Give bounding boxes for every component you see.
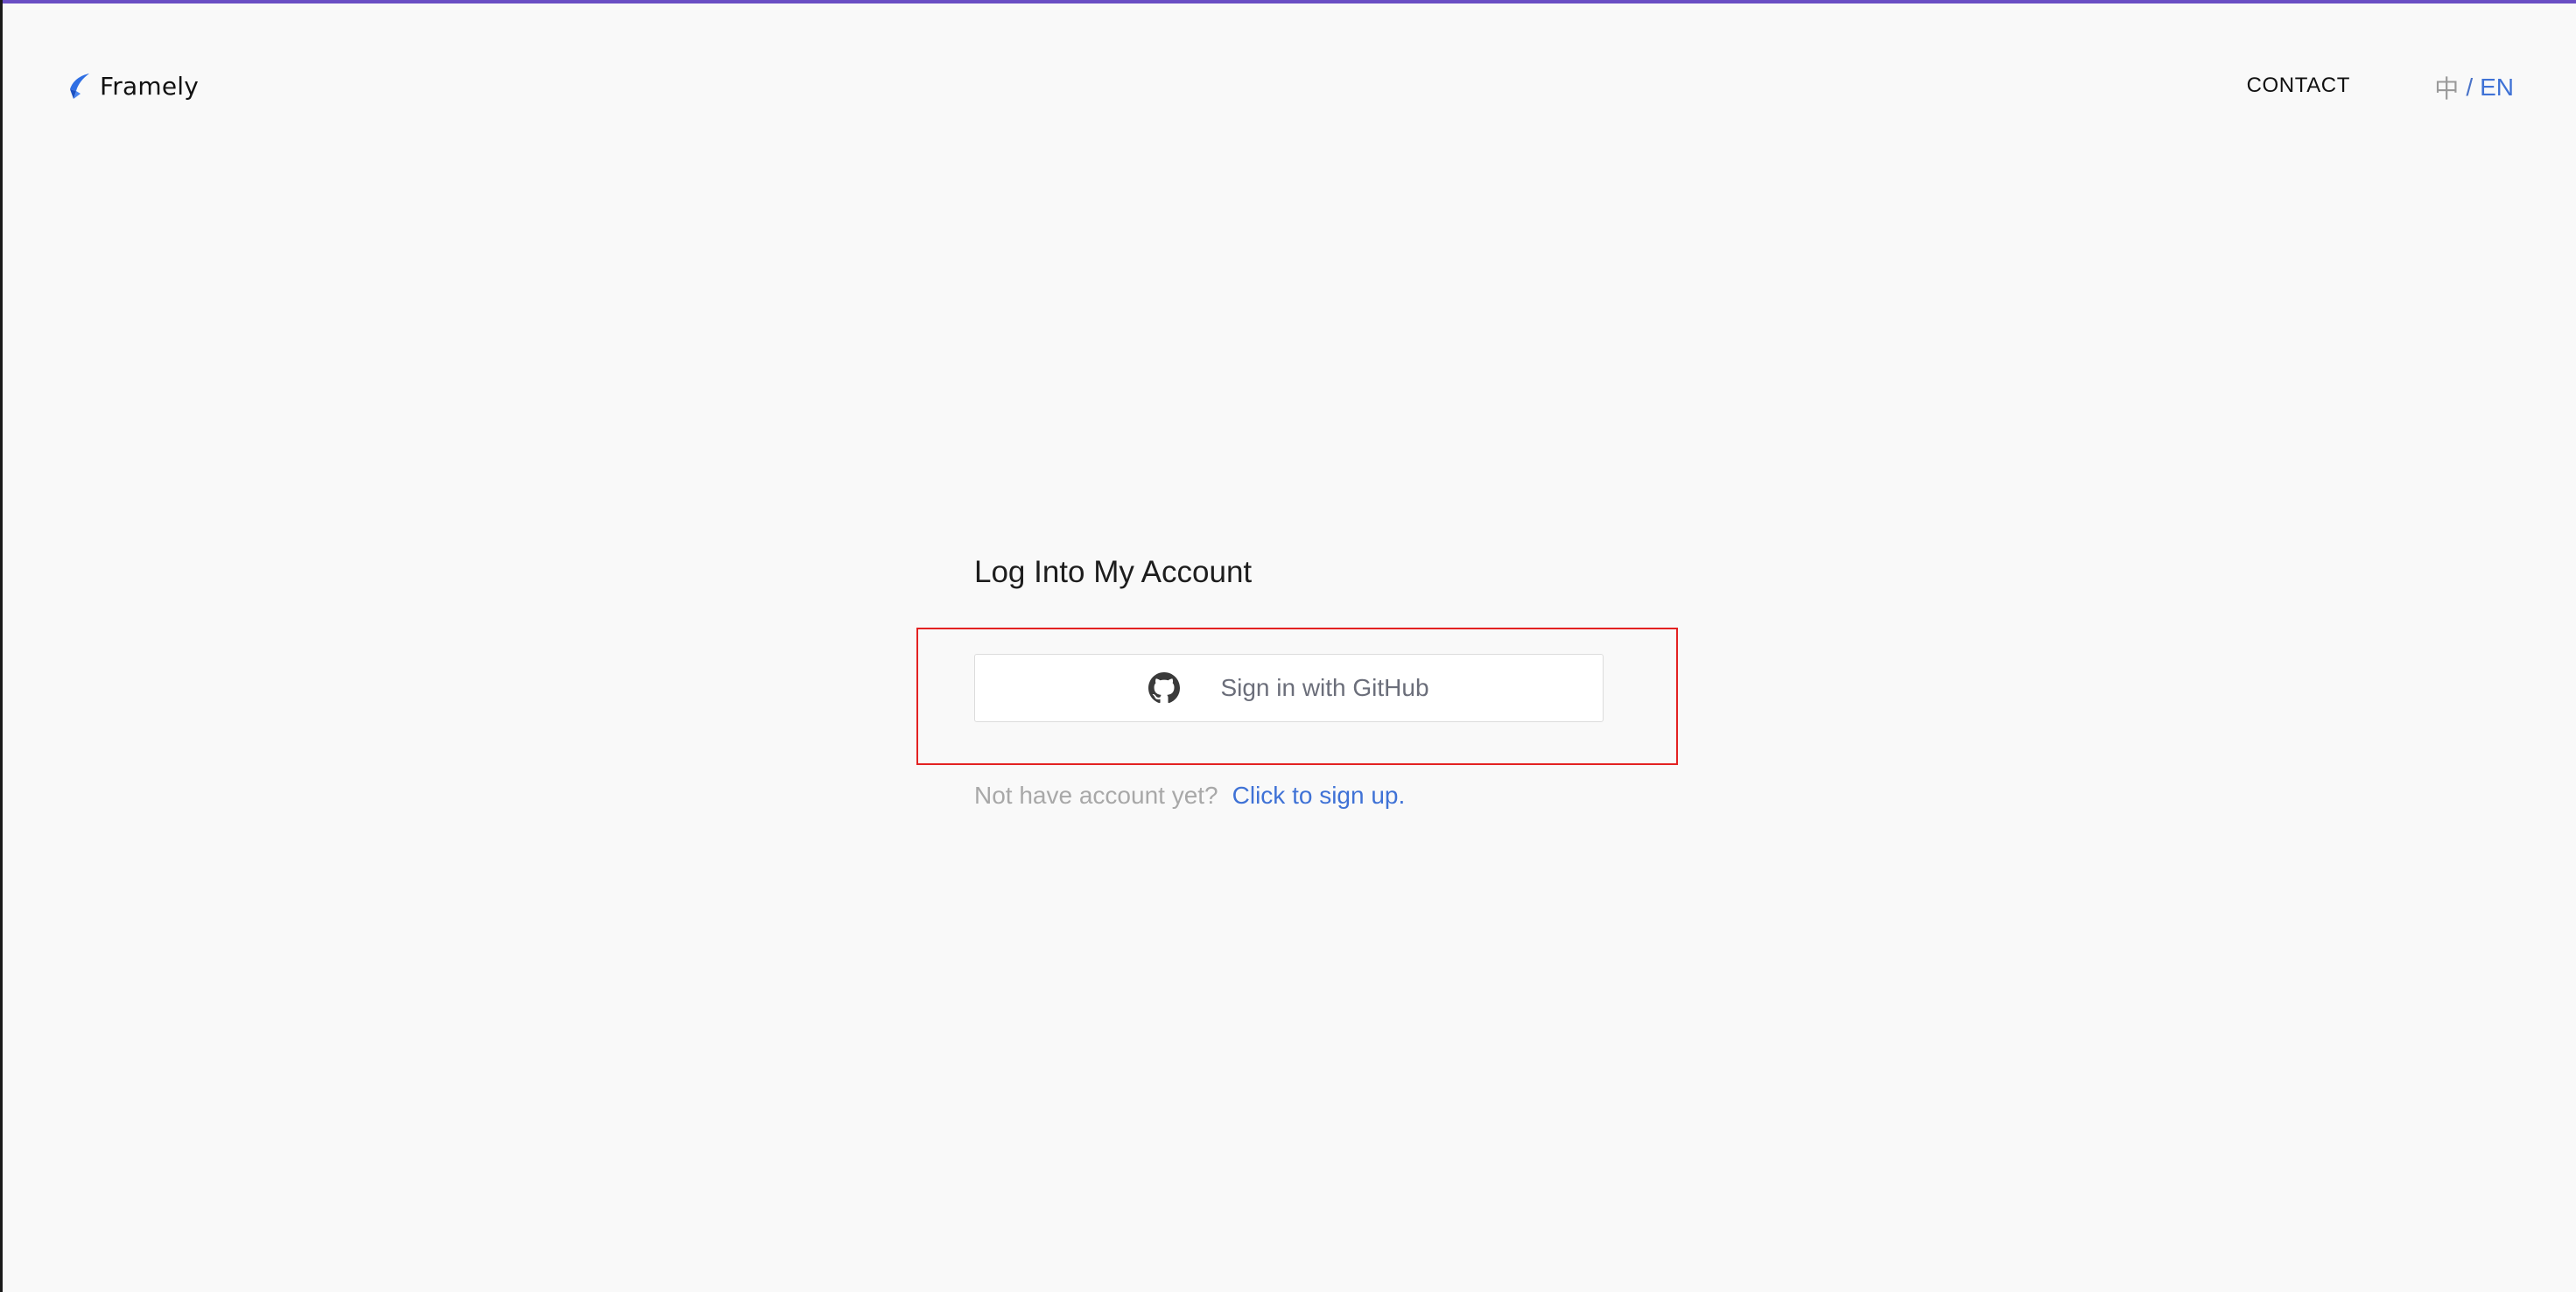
brand-home-link[interactable]: Framely (68, 70, 199, 102)
feather-logo-icon (70, 74, 89, 99)
github-signin-button[interactable]: Sign in with GitHub (974, 654, 1604, 722)
signup-prompt: Not have account yet? Click to sign up. (974, 782, 1405, 810)
brand-name: Framely (100, 71, 199, 101)
login-panel: Log Into My Account (974, 551, 1604, 593)
github-signin-label: Sign in with GitHub (1220, 674, 1429, 701)
page-title: Log Into My Account (974, 555, 1253, 589)
site-header: Framely CONTACT 中 / EN (0, 0, 2576, 172)
contact-link[interactable]: CONTACT (2247, 74, 2350, 98)
lang-option-en[interactable]: EN (2480, 74, 2514, 102)
signup-link[interactable]: Click to sign up. (1232, 782, 1406, 810)
language-switcher: 中 / EN (2434, 70, 2514, 105)
signup-hint-text: Not have account yet? (974, 782, 1218, 809)
window-left-edge (0, 0, 3, 1292)
lang-option-zh[interactable]: 中 (2434, 70, 2459, 105)
github-icon (1148, 672, 1181, 704)
lang-separator: / (2466, 74, 2474, 101)
